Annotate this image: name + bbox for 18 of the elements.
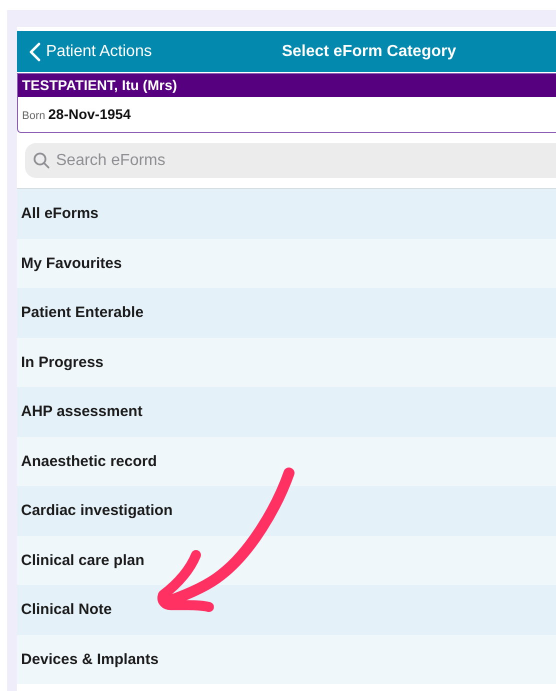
screen-title: Select eForm Category xyxy=(282,42,456,60)
category-item[interactable]: Clinical care plan xyxy=(17,536,556,585)
back-button[interactable]: Patient Actions xyxy=(29,42,152,62)
search-field[interactable]: Search eForms xyxy=(25,143,556,178)
category-item[interactable]: All eForms xyxy=(17,189,556,238)
category-item[interactable]: In Progress xyxy=(17,338,556,387)
category-item[interactable]: Cardiac investigation xyxy=(17,486,556,536)
back-chevron-icon xyxy=(29,42,41,62)
category-item[interactable]: My Favourites xyxy=(17,238,556,288)
birth-date: 28-Nov-1954 xyxy=(48,106,131,122)
category-item[interactable]: AHP assessment xyxy=(17,387,556,436)
category-item[interactable]: Clinical Note xyxy=(17,585,556,634)
category-item[interactable]: Devices & Implants xyxy=(17,634,556,684)
patient-name: TESTPATIENT, Itu (Mrs) xyxy=(18,74,556,97)
search-icon xyxy=(33,152,50,169)
born-label: Born xyxy=(22,110,46,122)
category-item[interactable]: Anaesthetic record xyxy=(17,436,556,486)
category-item[interactable]: Patient Enterable xyxy=(17,288,556,338)
